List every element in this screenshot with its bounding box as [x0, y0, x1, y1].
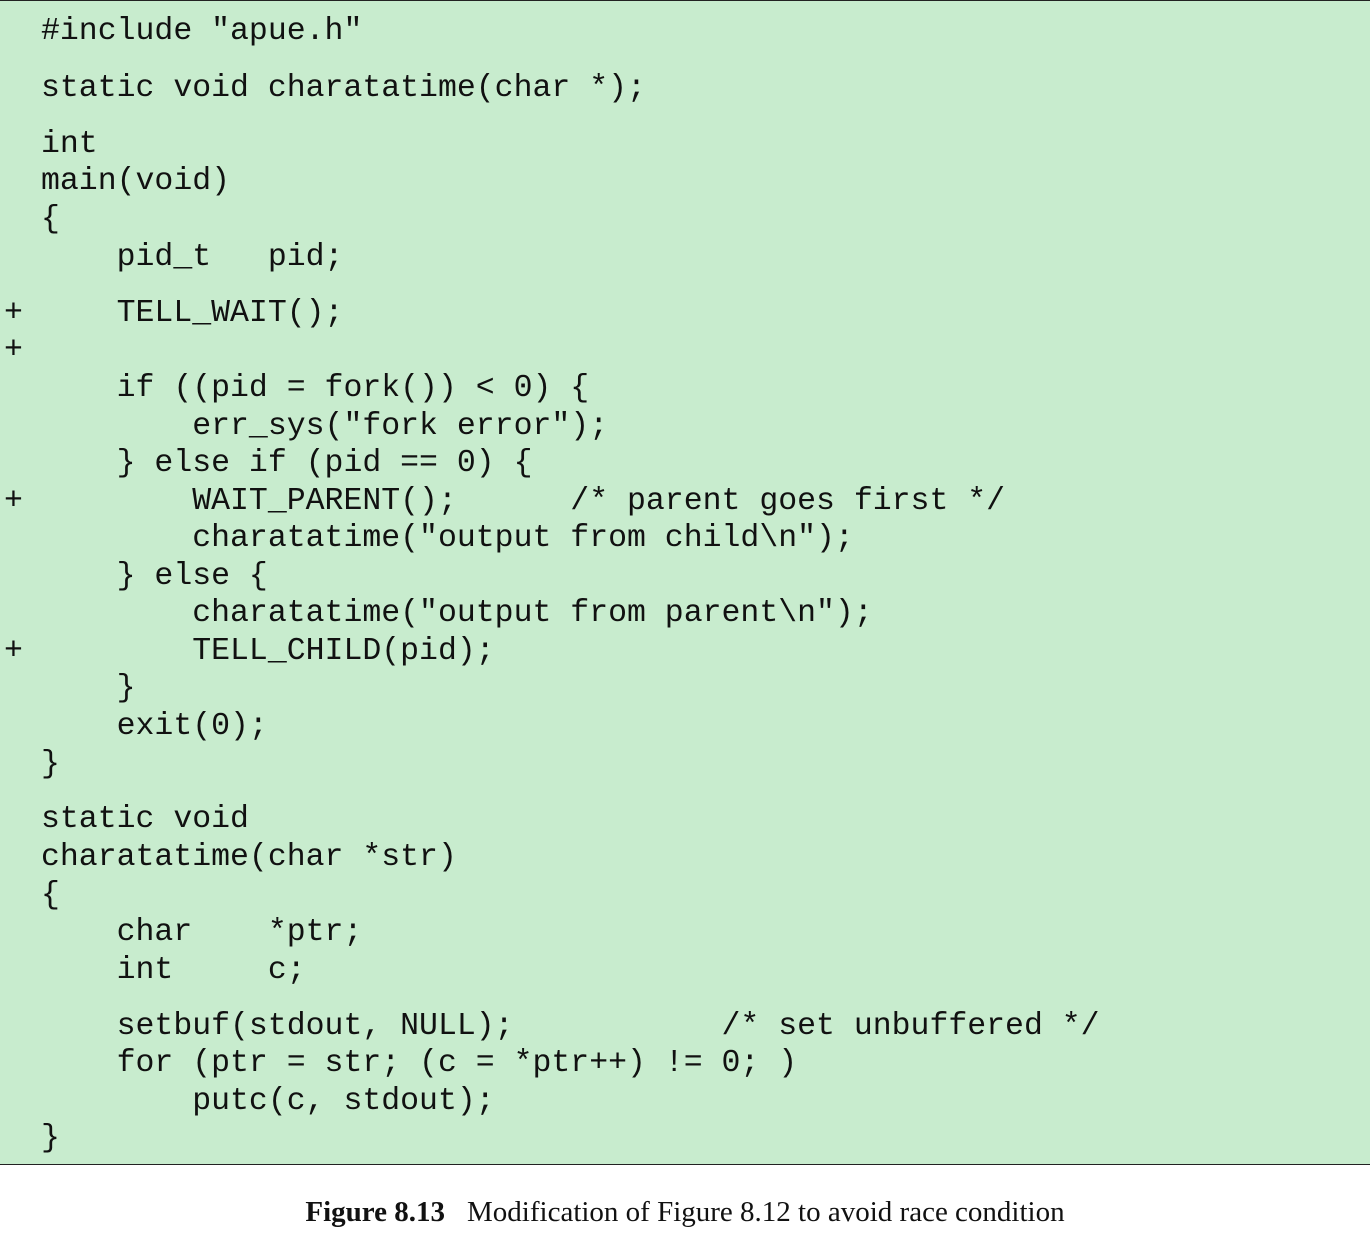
code-line: }	[0, 1120, 1370, 1158]
code-line: #include "apue.h"	[0, 13, 1370, 51]
code-text: setbuf(stdout, NULL); /* set unbuffered …	[41, 1009, 1100, 1044]
code-text: charatatime("output from child\n");	[41, 521, 854, 556]
code-text: err_sys("fork error");	[41, 409, 609, 444]
code-line: {	[0, 877, 1370, 915]
code-text: }	[41, 671, 136, 706]
code-line: putc(c, stdout);	[0, 1083, 1370, 1121]
code-line: static void charatatime(char *);	[0, 70, 1370, 108]
code-line: int	[0, 126, 1370, 164]
diff-marker: +	[4, 634, 23, 669]
code-text: charatatime(char *str)	[41, 840, 457, 875]
code-text: charatatime("output from parent\n");	[41, 596, 873, 631]
code-line: +	[0, 332, 1370, 370]
code-line: }	[0, 746, 1370, 784]
code-line: err_sys("fork error");	[0, 408, 1370, 446]
code-text: static void charatatime(char *);	[41, 71, 646, 106]
code-line: + TELL_CHILD(pid);	[0, 633, 1370, 671]
code-text: TELL_WAIT();	[41, 296, 344, 331]
code-text: {	[41, 202, 60, 237]
code-text: if ((pid = fork()) < 0) {	[41, 371, 590, 406]
code-line: pid_t pid;	[0, 239, 1370, 277]
code-line: charatatime(char *str)	[0, 839, 1370, 877]
code-line: if ((pid = fork()) < 0) {	[0, 370, 1370, 408]
code-line: + WAIT_PARENT(); /* parent goes first */	[0, 483, 1370, 521]
code-text: } else if (pid == 0) {	[41, 446, 533, 481]
code-text: TELL_CHILD(pid);	[41, 634, 495, 669]
diff-marker: +	[4, 484, 23, 519]
code-line: char *ptr;	[0, 914, 1370, 952]
code-text: static void	[41, 802, 249, 837]
code-text: } else {	[41, 559, 268, 594]
code-text: int c;	[41, 953, 306, 988]
code-text: main(void)	[41, 164, 231, 199]
code-line: setbuf(stdout, NULL); /* set unbuffered …	[0, 1008, 1370, 1046]
code-text: for (ptr = str; (c = *ptr++) != 0; )	[41, 1046, 798, 1081]
code-text: pid_t pid;	[41, 240, 344, 275]
code-line: charatatime("output from parent\n");	[0, 595, 1370, 633]
code-text: int	[41, 127, 98, 162]
code-line: static void	[0, 801, 1370, 839]
code-text: exit(0);	[41, 709, 268, 744]
diff-marker: +	[4, 296, 23, 331]
code-line: + TELL_WAIT();	[0, 295, 1370, 333]
code-text: }	[41, 1121, 60, 1156]
code-line: } else if (pid == 0) {	[0, 445, 1370, 483]
code-text: }	[41, 747, 60, 782]
code-line: int c;	[0, 952, 1370, 990]
code-text: {	[41, 878, 60, 913]
code-text: char *ptr;	[41, 915, 363, 950]
code-line: exit(0);	[0, 708, 1370, 746]
code-line: }	[0, 670, 1370, 708]
code-text: #include "apue.h"	[41, 14, 363, 49]
code-listing: #include "apue.h" static void charatatim…	[0, 0, 1370, 1165]
code-text: WAIT_PARENT(); /* parent goes first */	[41, 484, 1006, 519]
diff-marker: +	[4, 333, 23, 368]
figure-label: Figure 8.13	[305, 1196, 446, 1228]
figure-caption: Figure 8.13 Modification of Figure 8.12 t…	[0, 1193, 1370, 1231]
code-line: charatatime("output from child\n");	[0, 520, 1370, 558]
code-text: putc(c, stdout);	[41, 1084, 495, 1119]
code-line: } else {	[0, 558, 1370, 596]
code-line: main(void)	[0, 163, 1370, 201]
code-line: for (ptr = str; (c = *ptr++) != 0; )	[0, 1045, 1370, 1083]
figure-caption-text: Modification of Figure 8.12 to avoid rac…	[467, 1196, 1065, 1228]
code-line: {	[0, 201, 1370, 239]
